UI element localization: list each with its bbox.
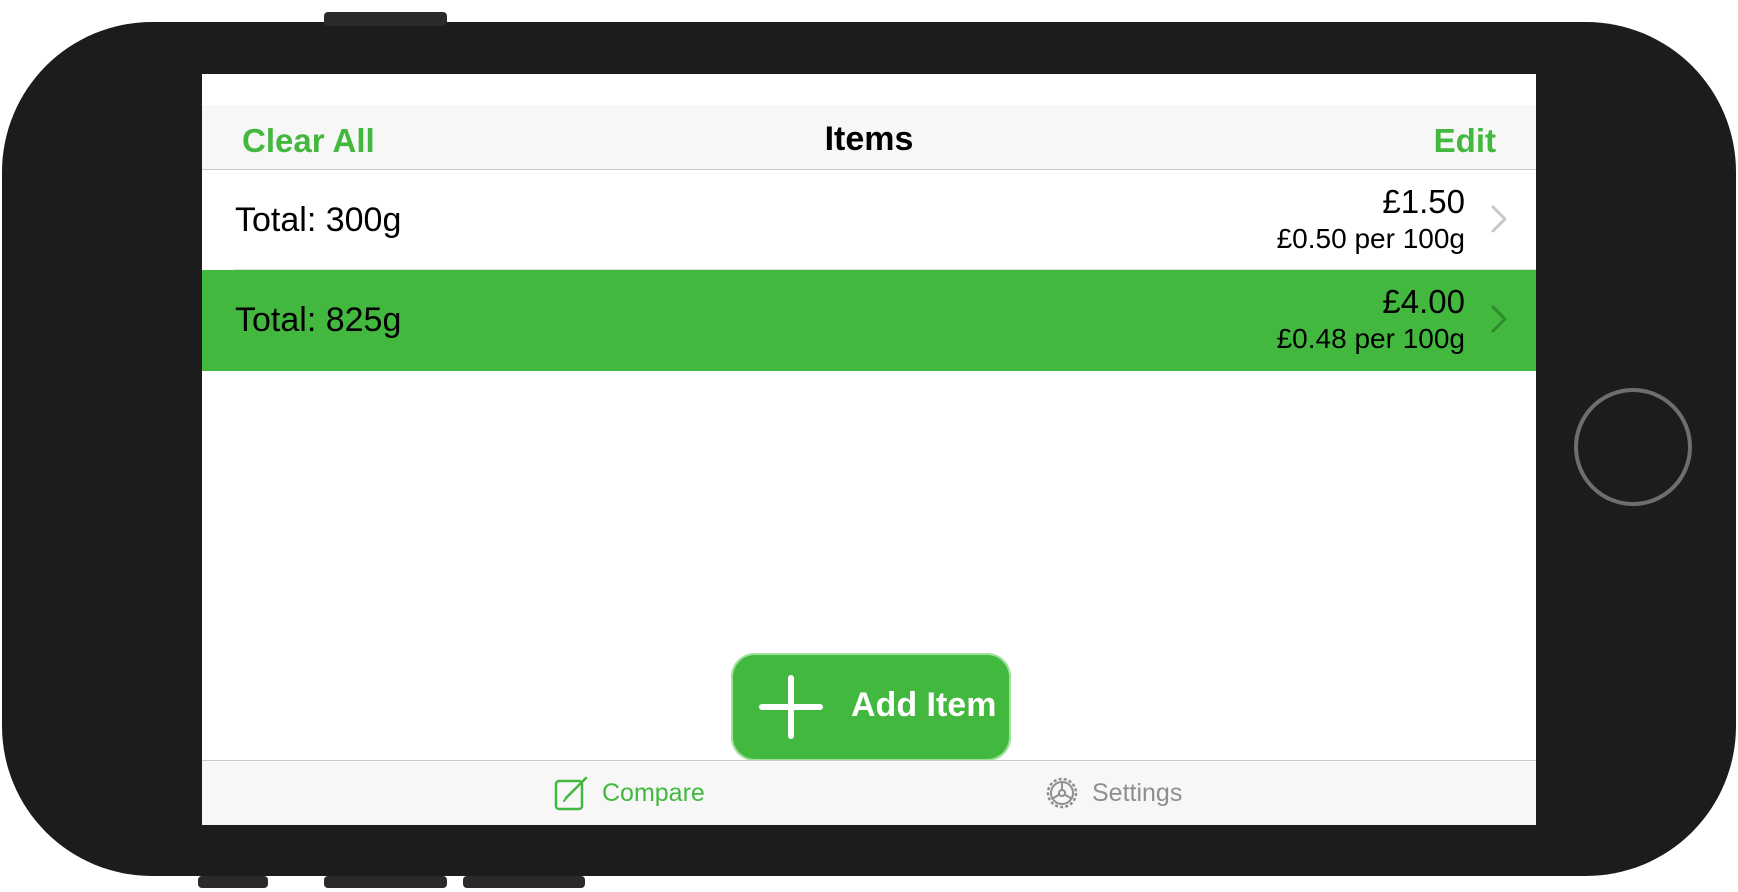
tab-bar: Compare Settings [202,760,1536,825]
bottom-side-button-3 [463,876,585,888]
item-unit-price: £0.50 per 100g [1276,223,1465,254]
list-item[interactable]: Total: 300g £1.50 £0.50 per 100g [202,170,1536,270]
app-screen: Clear All Items Edit Total: 300g £1.50 £… [202,74,1536,825]
edit-button[interactable]: Edit [1434,121,1496,161]
list-item-selected[interactable]: Total: 825g £4.00 £0.48 per 100g [202,270,1536,371]
item-price: £4.00 [1382,283,1465,320]
compose-icon [554,776,588,811]
plus-icon [759,675,823,739]
page-title: Items [824,120,914,158]
navigation-bar: Clear All Items Edit [202,105,1536,170]
item-prices: £4.00 £0.48 per 100g [1277,282,1465,356]
item-unit-price: £0.48 per 100g [1276,323,1465,354]
items-list: Total: 300g £1.50 £0.50 per 100g Total: … [202,170,1536,371]
top-side-button [324,12,447,26]
chevron-right-icon [1491,305,1507,333]
bottom-side-button-1 [198,876,268,888]
item-price: £1.50 [1382,183,1465,220]
bottom-side-button-2 [324,876,447,888]
add-item-button[interactable]: Add Item [731,653,1011,761]
add-item-label: Add Item [851,686,997,724]
gear-icon [1046,777,1078,809]
item-prices: £1.50 £0.50 per 100g [1277,182,1465,256]
home-button[interactable] [1574,388,1692,506]
item-total: Total: 825g [235,301,402,339]
chevron-right-icon [1491,205,1507,233]
tab-settings-label: Settings [1092,779,1183,807]
item-total: Total: 300g [235,201,402,239]
device-stage: Clear All Items Edit Total: 300g £1.50 £… [0,0,1738,892]
tab-compare-label: Compare [602,779,705,807]
